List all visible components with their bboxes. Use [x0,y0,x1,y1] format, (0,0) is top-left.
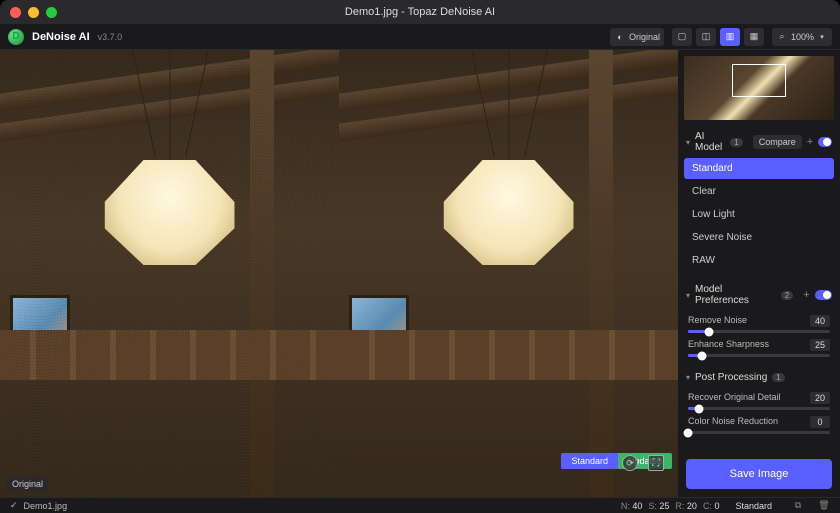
view-side-by-side-button[interactable]: ▥ [720,28,740,46]
color-noise-value[interactable]: 0 [810,416,830,428]
chevron-down-icon: ▾ [816,31,828,43]
trash-icon[interactable]: 🗑 [818,500,830,512]
processed-pane: Standard Updated ⟳ ⛶ [339,50,678,497]
post-processing-badge: 1 [772,373,784,382]
post-processing-title: Post Processing [695,372,767,383]
circle-half-icon: ◐ [614,31,626,43]
remove-noise-label: Remove Noise [688,315,747,327]
titlebar: Demo1.jpg - Topaz DeNoise AI [0,0,840,24]
footer-n: N: 40 [621,501,643,511]
model-prefs-toggle[interactable] [815,290,832,300]
pane-label-original: Original [6,477,49,491]
model-prefs-header[interactable]: ▾ Model Preferences 2 + [678,279,840,311]
view-single-button[interactable]: ▢ [672,28,692,46]
window-controls [10,7,57,18]
close-window-button[interactable] [10,7,21,18]
recover-detail-value[interactable]: 20 [810,392,830,404]
recover-detail-label: Recover Original Detail [688,392,781,404]
ai-model-toggle[interactable] [818,137,832,147]
original-toggle-label: Original [629,32,660,42]
minimize-window-button[interactable] [28,7,39,18]
navigator[interactable] [678,50,840,126]
compare-button[interactable]: Compare [753,135,802,149]
expand-icon: ⛶ [653,458,660,469]
app-name: DeNoise AI [32,31,90,43]
model-raw[interactable]: RAW [684,250,834,271]
footer-r: R: 20 [675,501,697,511]
grid-icon: ▦ [748,31,760,43]
window-title: Demo1.jpg - Topaz DeNoise AI [0,6,840,18]
search-icon: ⌕ [776,31,788,43]
plus-icon[interactable]: + [807,136,813,148]
model-severe-noise[interactable]: Severe Noise [684,227,834,248]
original-toggle-button[interactable]: ◐ Original [610,28,664,46]
model-clear[interactable]: Clear [684,181,834,202]
remove-noise-value[interactable]: 40 [810,315,830,327]
navigator-thumbnail [684,56,834,120]
original-pane: Original [0,50,339,497]
plus-icon[interactable]: + [803,289,809,301]
enhance-sharpness-label: Enhance Sharpness [688,339,769,351]
navigator-viewport[interactable] [732,64,786,97]
recover-detail-slider[interactable]: Recover Original Detail 20 [678,388,840,412]
color-noise-slider[interactable]: Color Noise Reduction 0 [678,412,840,436]
footer-s: S: 25 [648,501,669,511]
footer-filename[interactable]: Demo1.jpg [24,501,68,511]
remove-noise-slider[interactable]: Remove Noise 40 [678,311,840,335]
image-viewer[interactable]: Original Standard Updated ⟳ ⛶ [0,50,678,497]
app-version: v3.7.0 [98,32,123,42]
view-grid-button[interactable]: ▦ [744,28,764,46]
model-list: Standard Clear Low Light Severe Noise RA… [678,158,840,279]
sidebar: ▾ AI Model 1 Compare + Standard Clear Lo… [678,50,840,497]
copy-icon[interactable]: ⧉ [792,500,804,512]
chevron-down-icon: ▾ [686,138,690,147]
expand-button[interactable]: ⛶ [648,455,664,471]
compare-standard-label: Standard [561,453,618,469]
view-split-button[interactable]: ◫ [696,28,716,46]
enhance-sharpness-value[interactable]: 25 [810,339,830,351]
chevron-down-icon: ▾ [686,291,690,300]
check-icon: ✓ [10,500,18,511]
refresh-icon: ⟳ [626,458,634,469]
app-logo-icon: D [8,29,24,45]
footer-c: C: 0 [703,501,720,511]
columns-icon: ▥ [724,31,736,43]
model-low-light[interactable]: Low Light [684,204,834,225]
save-image-button[interactable]: Save Image [686,459,832,489]
maximize-window-button[interactable] [46,7,57,18]
app-toolbar: D DeNoise AI v3.7.0 ◐ Original ▢ ◫ ▥ ▦ ⌕… [0,24,840,50]
footer: ✓ Demo1.jpg N: 40 S: 25 R: 20 C: 0 Stand… [0,497,840,513]
zoom-button[interactable]: ⌕ 100% ▾ [772,28,832,46]
square-icon: ▢ [676,31,688,43]
footer-model: Standard [735,501,772,511]
chevron-down-icon: ▾ [686,373,690,382]
zoom-level: 100% [791,32,814,42]
post-processing-header[interactable]: ▾ Post Processing 1 [678,367,840,388]
refresh-button[interactable]: ⟳ [622,455,638,471]
split-vertical-icon: ◫ [700,31,712,43]
model-prefs-badge: 2 [781,291,793,300]
ai-model-badge: 1 [730,138,742,147]
enhance-sharpness-slider[interactable]: Enhance Sharpness 25 [678,335,840,359]
model-standard[interactable]: Standard [684,158,834,179]
model-prefs-title: Model Preferences [695,284,776,306]
ai-model-title: AI Model [695,131,725,153]
ai-model-header[interactable]: ▾ AI Model 1 Compare + [678,126,840,158]
color-noise-label: Color Noise Reduction [688,416,778,428]
